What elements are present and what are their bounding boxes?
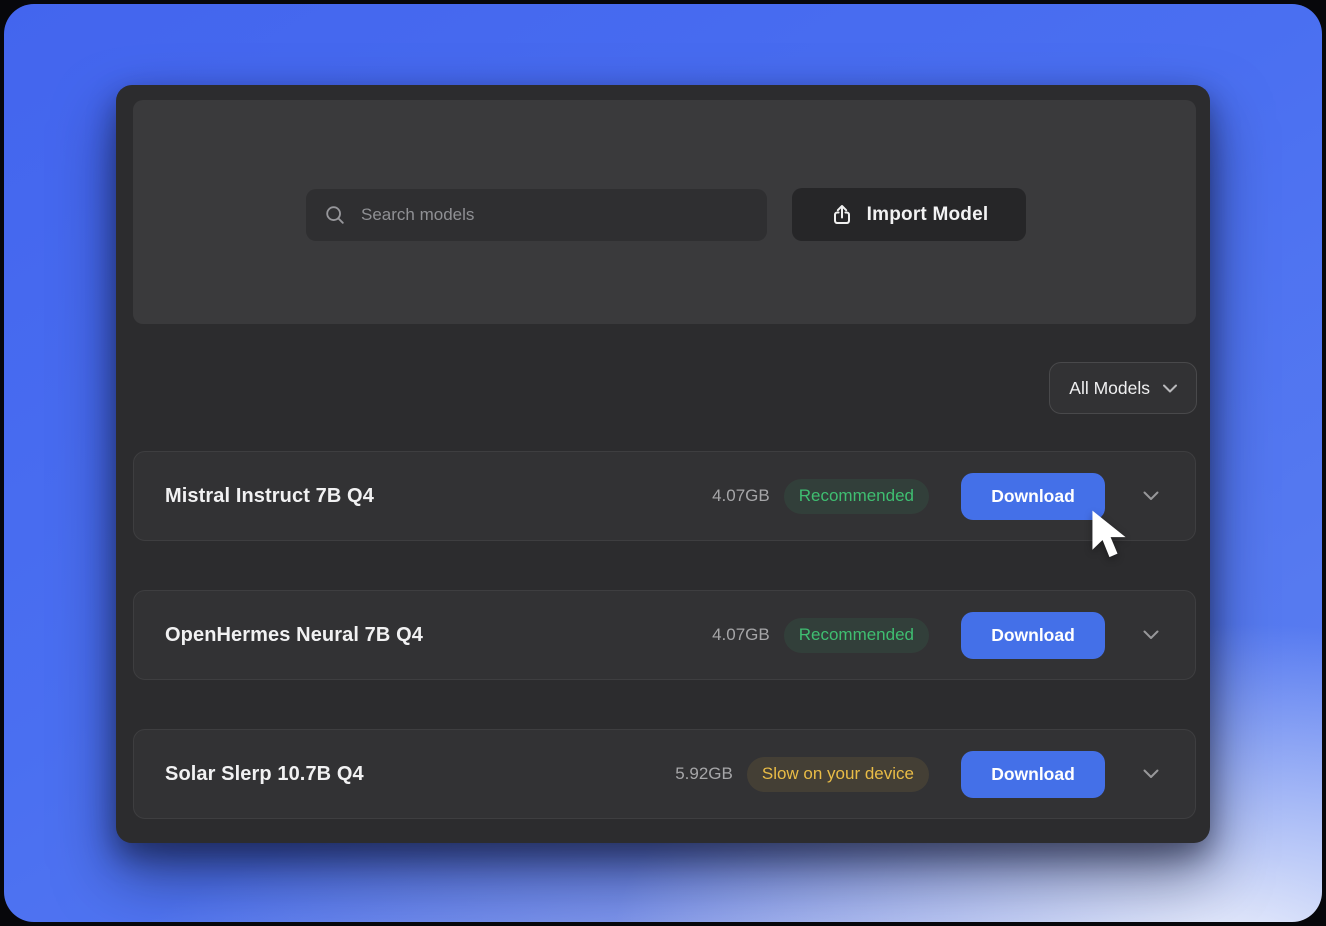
model-name: OpenHermes Neural 7B Q4 — [165, 624, 712, 647]
model-size: 4.07GB — [712, 486, 770, 506]
filter-label: All Models — [1069, 378, 1150, 399]
model-name: Solar Slerp 10.7B Q4 — [165, 763, 675, 786]
status-badge: Recommended — [784, 618, 929, 653]
header-panel: Import Model — [133, 100, 1196, 324]
model-row: Solar Slerp 10.7B Q4 5.92GB Slow on your… — [133, 729, 1196, 819]
download-button[interactable]: Download — [961, 473, 1105, 520]
search-icon — [324, 204, 346, 226]
expand-chevron-down-icon[interactable] — [1143, 491, 1159, 501]
import-model-label: Import Model — [867, 204, 989, 226]
model-size: 5.92GB — [675, 764, 733, 784]
model-name: Mistral Instruct 7B Q4 — [165, 485, 712, 508]
model-filter-dropdown[interactable]: All Models — [1049, 362, 1197, 414]
search-input[interactable] — [359, 204, 749, 226]
status-badge: Slow on your device — [747, 757, 929, 792]
model-browser-window: Import Model All Models Mistral Instruct… — [116, 85, 1210, 843]
expand-chevron-down-icon[interactable] — [1143, 769, 1159, 779]
desktop-background: Import Model All Models Mistral Instruct… — [4, 4, 1322, 922]
download-button[interactable]: Download — [961, 612, 1105, 659]
chevron-down-icon — [1163, 384, 1177, 393]
search-box[interactable] — [306, 189, 767, 241]
status-badge: Recommended — [784, 479, 929, 514]
model-size: 4.07GB — [712, 625, 770, 645]
model-row: Mistral Instruct 7B Q4 4.07GB Recommende… — [133, 451, 1196, 541]
model-row: OpenHermes Neural 7B Q4 4.07GB Recommend… — [133, 590, 1196, 680]
import-model-button[interactable]: Import Model — [792, 188, 1026, 241]
download-button[interactable]: Download — [961, 751, 1105, 798]
upload-icon — [830, 203, 854, 227]
expand-chevron-down-icon[interactable] — [1143, 630, 1159, 640]
